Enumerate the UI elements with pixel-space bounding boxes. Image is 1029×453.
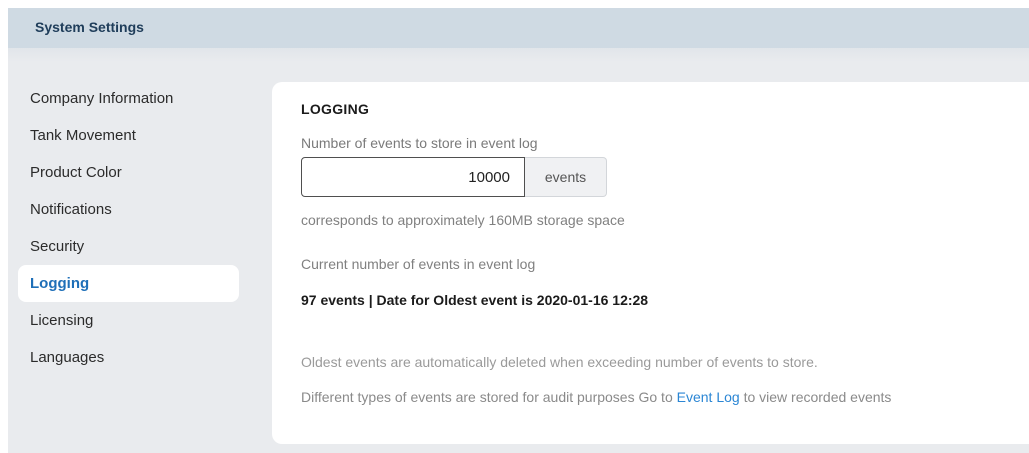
current-events-value: 97 events | Date for Oldest event is 202… <box>301 292 649 308</box>
audit-note: Different types of events are stored for… <box>301 389 891 405</box>
events-to-store-label: Number of events to store in event log <box>301 135 538 151</box>
event-log-link[interactable]: Event Log <box>677 389 740 405</box>
section-title: LOGGING <box>301 101 370 117</box>
sidebar-item-product-color[interactable]: Product Color <box>18 154 239 191</box>
header-shadow <box>8 48 1029 62</box>
storage-hint: corresponds to approximately 160MB stora… <box>301 212 625 228</box>
audit-note-suffix: to view recorded events <box>743 389 892 405</box>
header-bar: System Settings <box>8 8 1029 48</box>
current-events-label: Current number of events in event log <box>301 256 536 272</box>
sidebar-item-licensing[interactable]: Licensing <box>18 302 239 339</box>
sidebar-item-notifications[interactable]: Notifications <box>18 191 239 228</box>
events-to-store-input[interactable] <box>301 157 525 197</box>
settings-window: System Settings Company Information Tank… <box>8 8 1029 453</box>
sidebar-item-tank-movement[interactable]: Tank Movement <box>18 117 239 154</box>
sidebar-item-languages[interactable]: Languages <box>18 339 239 376</box>
audit-note-prefix: Different types of events are stored for… <box>301 389 673 405</box>
logging-panel: LOGGING Number of events to store in eve… <box>272 82 1029 444</box>
page-title: System Settings <box>35 19 144 35</box>
auto-delete-note: Oldest events are automatically deleted … <box>301 354 818 370</box>
events-unit-addon: events <box>525 157 607 197</box>
settings-sidebar: Company Information Tank Movement Produc… <box>8 80 248 376</box>
events-to-store-group: events <box>301 157 607 197</box>
sidebar-item-security[interactable]: Security <box>18 228 239 265</box>
sidebar-item-company-information[interactable]: Company Information <box>18 80 239 117</box>
sidebar-item-logging[interactable]: Logging <box>18 265 239 302</box>
